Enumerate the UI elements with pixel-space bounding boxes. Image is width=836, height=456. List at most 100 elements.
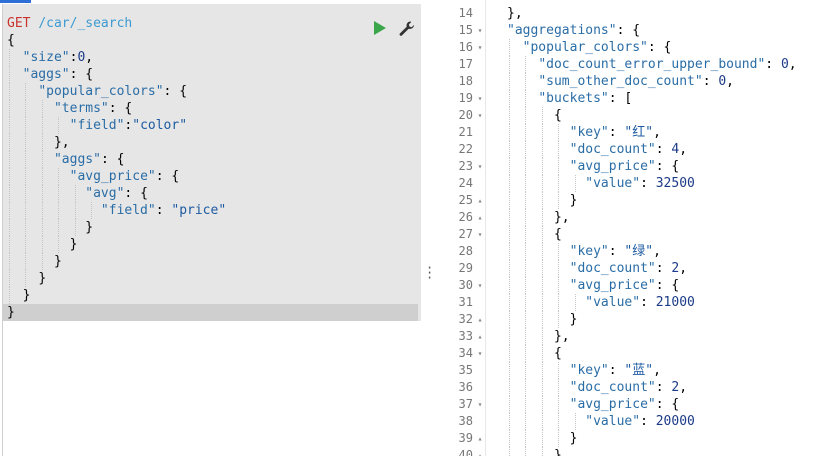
code-token: }, <box>53 135 70 150</box>
fold-collapse-icon[interactable]: ▾ <box>475 107 485 124</box>
request-code-line[interactable]: "field": "price" <box>7 202 418 219</box>
code-token: , <box>679 261 688 276</box>
indent-guide <box>509 430 511 447</box>
request-code-line[interactable]: } <box>7 270 418 287</box>
indent-guide <box>541 447 544 456</box>
fold-expand-icon[interactable]: ▴ <box>475 209 485 226</box>
code-token: } <box>53 254 62 269</box>
indent-guide <box>509 362 511 379</box>
line-number: 24 <box>458 176 473 190</box>
indent-guide <box>58 219 60 236</box>
fold-expand-icon[interactable]: ▴ <box>475 328 485 345</box>
indent-guide <box>558 311 560 328</box>
indent-guide <box>509 56 511 73</box>
fold-collapse-icon[interactable]: ▾ <box>475 22 485 39</box>
indent-guide <box>509 379 511 396</box>
response-viewer[interactable]: 14}, 15 ▾ "aggregations": {16 ▾ "popular_col… <box>435 0 836 456</box>
indent-guide <box>58 185 60 202</box>
request-editor[interactable]: GET /car/_search { "size":0, "aggs": { "… <box>0 4 422 456</box>
indent-guide <box>509 396 511 413</box>
fold-collapse-icon[interactable]: ▾ <box>475 345 485 362</box>
response-code-text: { <box>507 226 562 243</box>
request-code-line[interactable]: "avg_price": { <box>7 168 418 185</box>
response-code-text: }, <box>507 447 570 456</box>
indent-guide <box>525 107 527 124</box>
indent-guide <box>541 124 544 141</box>
indent-guide <box>58 202 60 219</box>
response-code-text: "doc_count": 4, <box>507 141 687 158</box>
request-code-line[interactable]: "terms": { <box>7 100 418 117</box>
code-token: "avg_price" <box>569 397 656 412</box>
response-code-line: 24 "value": 32500 <box>435 175 836 192</box>
request-code-line[interactable]: }, <box>7 134 418 151</box>
indent-guide <box>58 236 60 253</box>
indent-guide <box>9 270 11 287</box>
response-code-line: 20 ▾ { <box>435 107 836 124</box>
request-line[interactable]: GET /car/_search <box>7 15 132 32</box>
request-code-line[interactable]: "field":"color" <box>7 117 418 134</box>
indent-guide <box>509 311 511 328</box>
code-token: "popular_colors" <box>38 84 164 99</box>
line-number: 21 <box>458 125 473 139</box>
indent-guide <box>41 236 44 253</box>
pane-splitter-handle[interactable]: · · · <box>426 262 433 284</box>
code-token: "key" <box>569 244 609 259</box>
fold-collapse-icon[interactable]: ▾ <box>475 396 485 413</box>
indent-guide <box>74 202 77 219</box>
code-token: } <box>569 312 578 327</box>
code-token: "avg_price" <box>569 278 656 293</box>
response-code-line: 17 "doc_count_error_upper_bound": 0, <box>435 56 836 73</box>
request-code-line[interactable]: "aggs": { <box>7 66 418 83</box>
active-tab-indicator <box>0 0 31 3</box>
line-number: 14 <box>458 6 473 20</box>
fold-collapse-icon[interactable]: ▾ <box>475 277 485 294</box>
response-code-line: 15 ▾ "aggregations": { <box>435 22 836 39</box>
indent-guide <box>558 430 560 447</box>
fold-expand-icon[interactable]: ▴ <box>475 430 485 447</box>
request-code-line[interactable]: "popular_colors": { <box>7 83 418 100</box>
indent-guide <box>9 66 11 83</box>
line-number: 22 <box>458 142 473 156</box>
fold-collapse-icon[interactable]: ▾ <box>475 39 485 56</box>
indent-guide <box>541 294 544 311</box>
request-body[interactable]: { "size":0, "aggs": { "popular_colors": … <box>3 32 418 321</box>
request-code-line[interactable]: "avg": { <box>7 185 418 202</box>
request-code-line[interactable]: { <box>7 32 418 49</box>
line-number: 39 <box>458 431 473 445</box>
indent-guide <box>558 413 560 430</box>
request-code-line[interactable]: } <box>7 219 418 236</box>
fold-expand-icon[interactable]: ▴ <box>475 311 485 328</box>
code-token: "field" <box>69 118 125 133</box>
fold-collapse-icon[interactable]: ▾ <box>475 90 485 107</box>
request-code-line[interactable]: } <box>7 236 418 253</box>
line-number: 37 <box>458 397 473 411</box>
fold-collapse-icon[interactable]: ▾ <box>475 226 485 243</box>
response-code-line: 39 ▴ } <box>435 430 836 447</box>
indent-guide <box>525 413 527 430</box>
request-code-line[interactable]: } <box>3 304 418 321</box>
fold-expand-icon[interactable]: ▴ <box>475 192 485 209</box>
indent-guide <box>25 202 27 219</box>
fold-collapse-icon[interactable]: ▾ <box>475 158 485 175</box>
code-token: : [ <box>608 91 633 106</box>
editor-border <box>2 4 3 456</box>
request-code-line[interactable]: } <box>7 287 418 304</box>
fold-expand-icon[interactable]: ▴ <box>475 447 485 456</box>
request-code-line[interactable]: "size":0, <box>7 49 418 66</box>
request-code-line[interactable]: "aggs": { <box>7 151 418 168</box>
line-number: 29 <box>458 261 473 275</box>
indent-guide <box>25 117 27 134</box>
response-code-line: 23 ▾ "avg_price": { <box>435 158 836 175</box>
indent-guide <box>541 413 544 430</box>
code-token: 20000 <box>655 414 695 429</box>
indent-guide <box>525 311 527 328</box>
indent-guide <box>509 413 511 430</box>
request-code-line[interactable]: } <box>7 253 418 270</box>
